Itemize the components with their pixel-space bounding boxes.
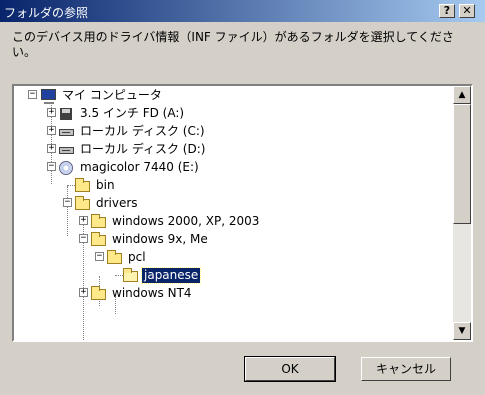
tree-item-bin[interactable]: bin — [67, 176, 117, 194]
tree-item-cd-drive-e[interactable]: − magicolor 7440 (E:) — [47, 158, 201, 176]
collapse-toggle[interactable]: − — [28, 90, 37, 99]
tree-item-label: magicolor 7440 (E:) — [80, 159, 199, 174]
tree-item-label: windows 2000, XP, 2003 — [112, 213, 260, 228]
scroll-up-button[interactable]: ▲ — [453, 86, 471, 104]
tree-item-my-computer[interactable]: − マイ コンピュータ — [28, 86, 164, 104]
tree-item-label: マイ コンピュータ — [62, 87, 162, 102]
expand-toggle[interactable]: + — [47, 126, 56, 135]
tree-item-label: drivers — [96, 195, 138, 210]
folder-icon — [90, 213, 107, 229]
tree-item-label: windows 9x, Me — [112, 231, 208, 246]
tree-item-label: ローカル ディスク (D:) — [80, 141, 206, 156]
help-button[interactable]: ? — [439, 4, 455, 18]
hard-drive-icon — [58, 124, 75, 139]
tree-item-label: 3.5 インチ FD (A:) — [80, 105, 185, 120]
close-button[interactable]: ✕ — [459, 4, 475, 18]
folder-tree[interactable]: − マイ コンピュータ + 3.5 インチ FD (A:) + ローカル ディス… — [12, 84, 473, 342]
collapse-toggle[interactable]: − — [79, 234, 88, 243]
tree-item-floppy[interactable]: + 3.5 インチ FD (A:) — [47, 104, 186, 122]
folder-icon — [106, 249, 123, 265]
scroll-down-button[interactable]: ▼ — [453, 322, 471, 340]
expand-toggle[interactable]: + — [79, 216, 88, 225]
folder-icon — [90, 231, 107, 247]
open-folder-icon — [122, 267, 139, 283]
tree-item-windows-9x-me[interactable]: − windows 9x, Me — [79, 230, 210, 248]
title-bar: フォルダの参照 ? ✕ — [0, 0, 485, 22]
scroll-thumb[interactable] — [453, 104, 471, 224]
expand-toggle[interactable]: + — [47, 144, 56, 153]
tree-item-windows-2000-xp-2003[interactable]: + windows 2000, XP, 2003 — [79, 212, 261, 230]
collapse-toggle[interactable]: − — [63, 198, 72, 207]
tree-item-label: ローカル ディスク (C:) — [80, 123, 205, 138]
tree-item-label: pcl — [128, 249, 146, 264]
tree-item-windows-nt4[interactable]: + windows NT4 — [79, 284, 194, 302]
tree-item-pcl[interactable]: − pcl — [95, 248, 148, 266]
tree-item-label: windows NT4 — [112, 285, 192, 300]
expand-toggle[interactable]: + — [47, 108, 56, 117]
tree-item-local-disk-c[interactable]: + ローカル ディスク (C:) — [47, 122, 207, 140]
folder-icon — [90, 285, 107, 301]
window-title: フォルダの参照 — [4, 6, 89, 20]
tree-item-drivers[interactable]: − drivers — [63, 194, 140, 212]
computer-icon — [40, 88, 57, 104]
collapse-toggle[interactable]: − — [95, 252, 104, 261]
folder-icon — [74, 195, 91, 211]
collapse-toggle[interactable]: − — [47, 162, 56, 171]
tree-item-local-disk-d[interactable]: + ローカル ディスク (D:) — [47, 140, 207, 158]
browse-folder-dialog: フォルダの参照 ? ✕ このデバイス用のドライバ情報（INF ファイル）があるフ… — [0, 0, 485, 395]
tree-item-japanese[interactable]: japanese — [115, 266, 202, 284]
tree-item-label: japanese — [140, 266, 202, 284]
hard-drive-icon — [58, 142, 75, 157]
expand-toggle[interactable]: + — [79, 288, 88, 297]
instruction-text: このデバイス用のドライバ情報（INF ファイル）があるフォルダを選択してください… — [12, 30, 454, 59]
cd-drive-icon — [58, 160, 75, 175]
tree-viewport: − マイ コンピュータ + 3.5 インチ FD (A:) + ローカル ディス… — [14, 86, 453, 340]
folder-icon — [74, 177, 91, 193]
ok-button[interactable]: OK — [244, 356, 336, 382]
floppy-drive-icon — [58, 106, 75, 121]
vertical-scrollbar[interactable]: ▲ ▼ — [453, 86, 471, 340]
cancel-button[interactable]: キャンセル — [361, 357, 451, 381]
tree-item-label: bin — [96, 177, 115, 192]
